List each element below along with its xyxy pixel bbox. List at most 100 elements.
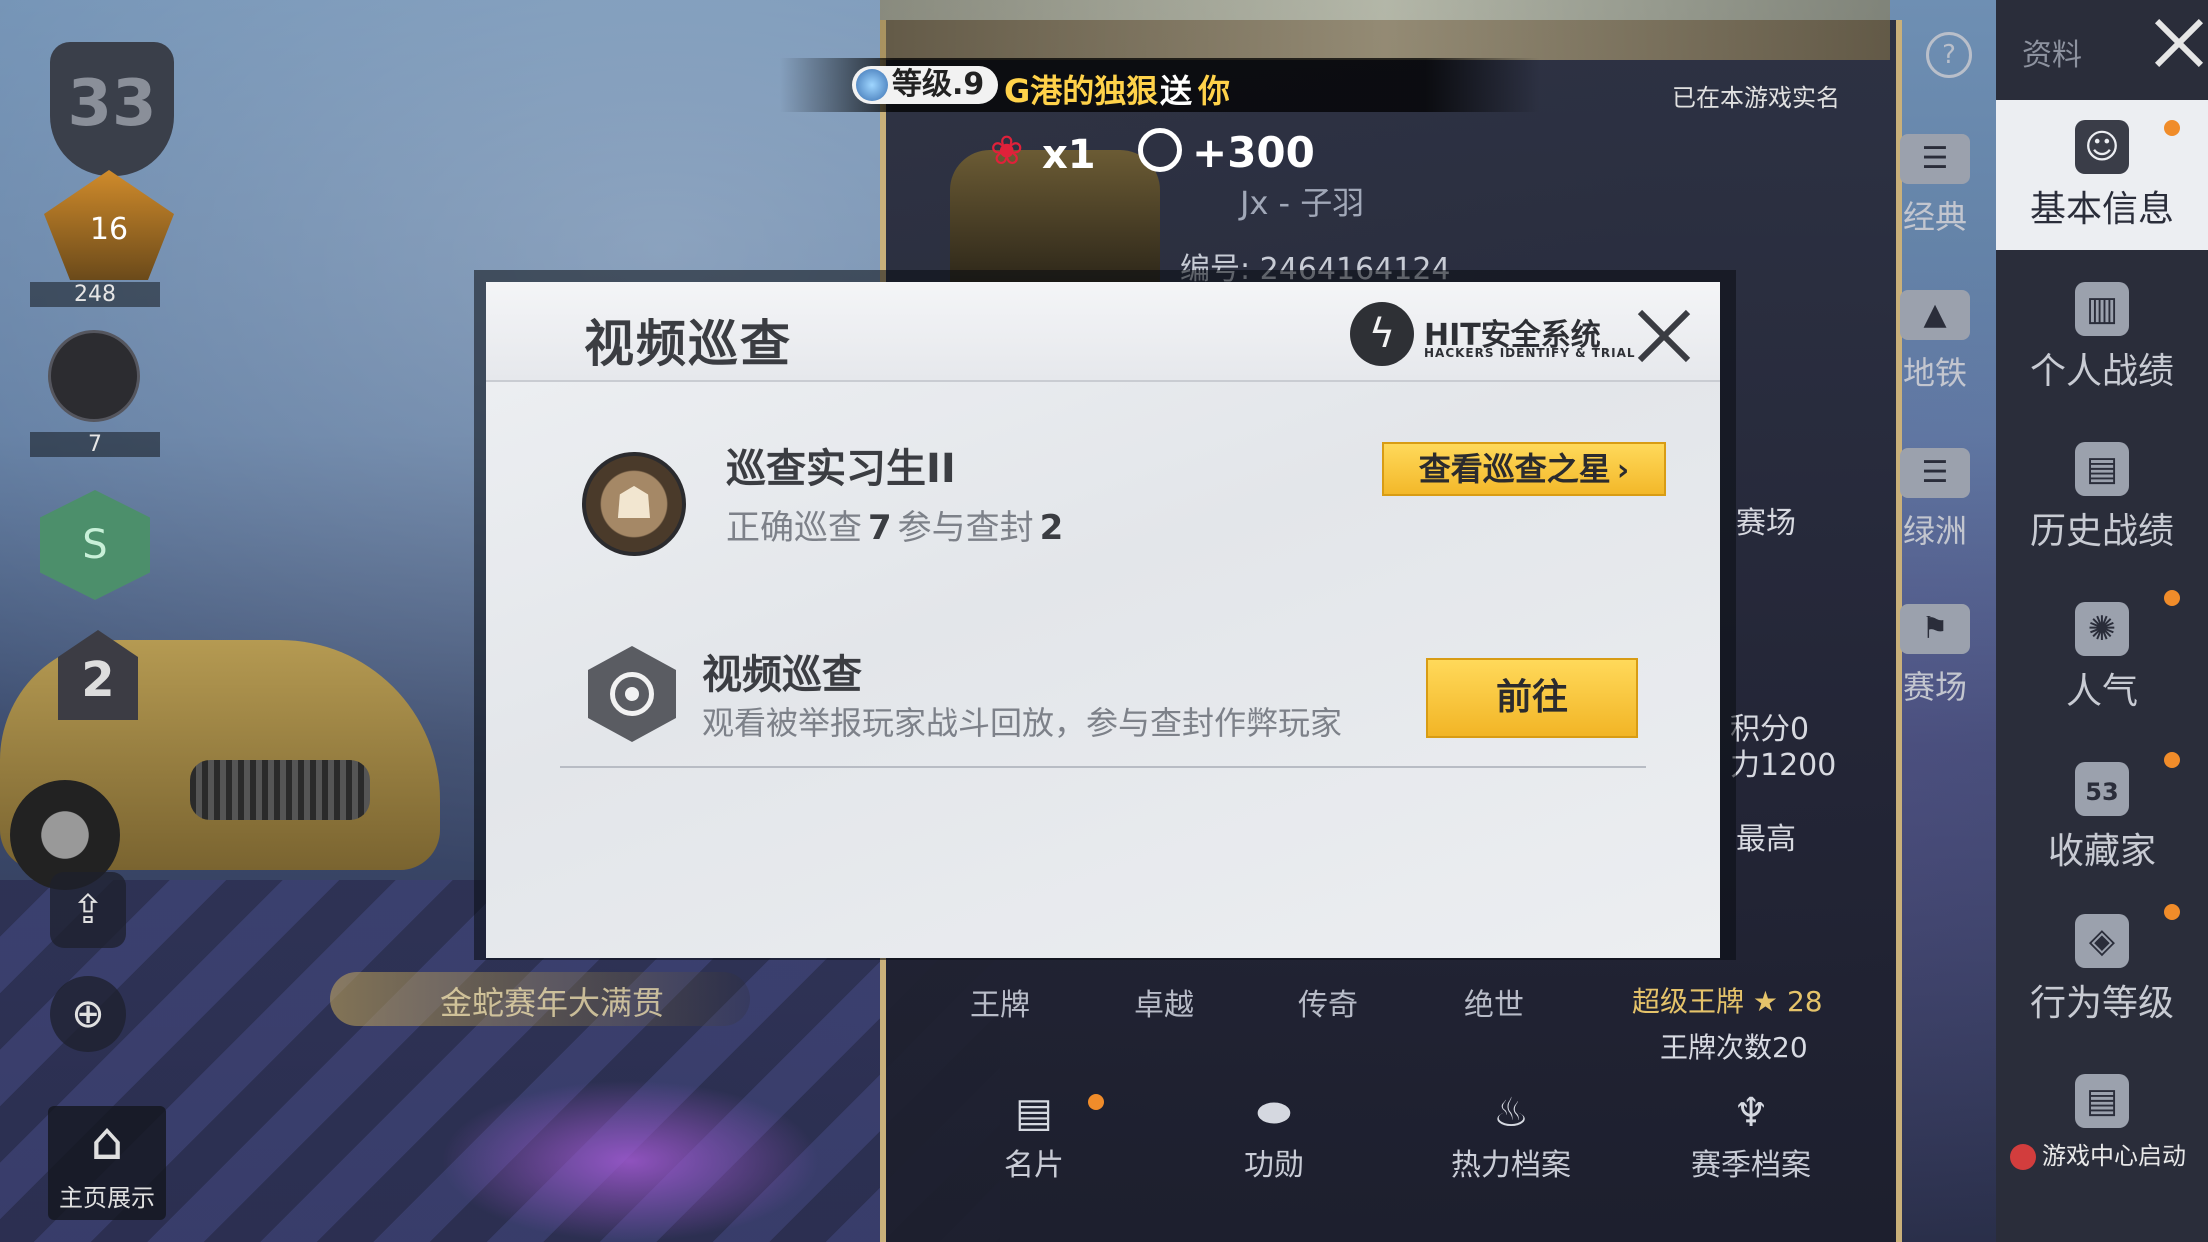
dialog-divider: [560, 766, 1646, 768]
player-name: Jx - 子羽: [1240, 184, 1365, 222]
tab-heat-archive[interactable]: ♨ 热力档案: [1436, 1090, 1586, 1184]
star-icon: ★: [1752, 985, 1779, 1018]
arena-icon: ⚑: [1900, 604, 1970, 654]
sidebar-item-label: 基本信息: [2029, 189, 2174, 230]
subtab-arena[interactable]: ⚑ 赛场: [1880, 604, 1990, 708]
tier-highlight: 超级王牌 ★ 28: [1632, 980, 1823, 1020]
subtab-label: 经典: [1902, 198, 1967, 236]
collector-icon: 53: [2075, 762, 2129, 816]
zoom-in-icon[interactable]: ⊕: [50, 976, 126, 1052]
stat-correct-label: 正确巡查: [726, 508, 862, 548]
game-center-label: 游戏中心启动: [2042, 1142, 2186, 1170]
behavior-icon: ◈: [2075, 914, 2129, 968]
patrol-rank-medal-icon: ☗: [582, 452, 686, 556]
stat-ban-label: 参与查封: [897, 508, 1034, 548]
metro-icon: ▲: [1900, 290, 1970, 340]
document-icon: ▤: [2075, 1074, 2129, 1128]
chevron-right-icon: ›: [1616, 453, 1630, 488]
close-icon[interactable]: [1636, 308, 1692, 364]
go-button[interactable]: 前往: [1426, 658, 1638, 738]
notification-dot: [2164, 904, 2180, 920]
subtab-classic[interactable]: ☰ 经典: [1880, 134, 1990, 238]
rank-number: 16: [89, 212, 129, 247]
gem-icon: [856, 69, 888, 101]
history-icon: ▤: [2075, 442, 2129, 496]
sidebar-item-document[interactable]: ▤: [1996, 1054, 2208, 1134]
tab-label: 功勋: [1244, 1148, 1304, 1183]
tab-card[interactable]: ▤ 名片: [964, 1090, 1104, 1184]
sidebar-item-label: 人气: [2065, 671, 2138, 712]
stat-ban-value: 2: [1039, 508, 1064, 548]
notification-dot: [2164, 752, 2180, 768]
crosshair-dot: [625, 687, 639, 701]
popularity-points-icon: [1138, 128, 1182, 172]
car-grill: [190, 760, 370, 820]
patrol-stats: 正确巡查 7 参与查封 2: [726, 500, 1069, 549]
hit-brand-sub: HACKERS IDENTIFY & TRIAL: [1424, 346, 1636, 360]
home-showcase-button[interactable]: ⌂ 主页展示: [48, 1106, 166, 1220]
profile-frame-top: [880, 0, 1890, 60]
profile-icon: ☺: [2075, 120, 2129, 174]
tab-merit[interactable]: ⬬ 功勋: [1204, 1090, 1344, 1184]
tab-label: 热力档案: [1451, 1148, 1571, 1183]
hit-logo-icon: ϟ: [1350, 302, 1414, 366]
event-text: 金蛇赛年大满贯: [440, 984, 665, 1022]
number-badge-value: 2: [81, 652, 115, 708]
home-icon: ⌂: [90, 1112, 124, 1172]
tier-label: 卓越: [1134, 988, 1194, 1023]
sidebar-header: 资料: [2022, 38, 2082, 73]
tab-season-archive[interactable]: ♆ 赛季档案: [1676, 1090, 1826, 1184]
gift-level: 等级.9: [892, 67, 985, 102]
sidebar-item-label: 收藏家: [2047, 831, 2156, 872]
player-level-badge[interactable]: 33: [50, 42, 174, 176]
notification-dot: [1088, 1094, 1104, 1110]
gift-sender: G港的独狠: [1004, 72, 1159, 110]
subtab-oasis[interactable]: ☰ 绿洲: [1880, 448, 1990, 552]
stats-icon: ▥: [2075, 282, 2129, 336]
gift-verb: 送: [1160, 72, 1193, 110]
gift-count: x1: [1042, 132, 1096, 178]
player-level: 33: [67, 67, 157, 141]
tier-count: 王牌次数20: [1660, 1031, 1808, 1064]
tab-label: 赛季档案: [1691, 1148, 1811, 1183]
sidebar-item-history[interactable]: ▤ 历史战绩: [1996, 422, 2208, 572]
tier-label: 传奇: [1298, 988, 1358, 1023]
tier-highlight-label: 超级王牌: [1632, 985, 1745, 1018]
sidebar-item-personal-stats[interactable]: ▥ 个人战绩: [1996, 262, 2208, 412]
gift-level-badge: 等级.9: [852, 66, 999, 104]
patrol-description: 观看被举报玩家战斗回放，参与查封作弊玩家: [702, 704, 1343, 742]
tab-label: 名片: [1004, 1148, 1064, 1183]
close-icon[interactable]: [2150, 16, 2206, 72]
power-value: 力1200: [1730, 748, 1837, 783]
subtab-label: 赛场: [1902, 668, 1967, 706]
subtab-label: 地铁: [1902, 354, 1967, 392]
popularity-icon: ✺: [2075, 602, 2129, 656]
tier-stars: 28: [1786, 985, 1823, 1018]
view-patrol-star-button[interactable]: 查看巡查之星 ›: [1382, 442, 1666, 496]
star-button-label: 查看巡查之星: [1418, 450, 1611, 488]
sidebar-item-label: 行为等级: [2029, 983, 2174, 1024]
gift-points: +300: [1192, 128, 1315, 177]
patrol-rank-title: 巡查实习生II: [726, 446, 956, 492]
dialog-title: 视频巡查: [584, 315, 792, 373]
help-icon[interactable]: ?: [1926, 32, 1972, 78]
sidebar-item-label: 历史战绩: [2029, 511, 2174, 552]
notification-dot: [2164, 590, 2180, 606]
sidebar-item-label: 个人战绩: [2029, 351, 2174, 392]
season-icon: ♆: [1733, 1090, 1769, 1136]
game-center-launch[interactable]: 游戏中心启动: [2010, 1136, 2186, 1171]
subtab-metro[interactable]: ▲ 地铁: [1880, 290, 1990, 394]
patrol-title: 视频巡查: [702, 652, 862, 698]
rank-count: 248: [30, 282, 160, 307]
achievement-icon[interactable]: [48, 330, 140, 422]
flame-icon: ♨: [1493, 1090, 1529, 1136]
game-center-icon: [2010, 1144, 2036, 1170]
oasis-icon: ☰: [1900, 448, 1970, 498]
video-patrol-dialog: 视频巡查 ϟ HIT安全系统 HACKERS IDENTIFY & TRIAL …: [486, 282, 1720, 958]
share-icon[interactable]: ⇪: [50, 872, 126, 948]
stat-correct-value: 7: [868, 508, 892, 548]
gift-target: 你: [1198, 72, 1231, 110]
home-label: 主页展示: [59, 1184, 155, 1212]
realname-notice: 已在本游戏实名: [1672, 84, 1840, 112]
tier-label: 王牌: [970, 988, 1030, 1023]
